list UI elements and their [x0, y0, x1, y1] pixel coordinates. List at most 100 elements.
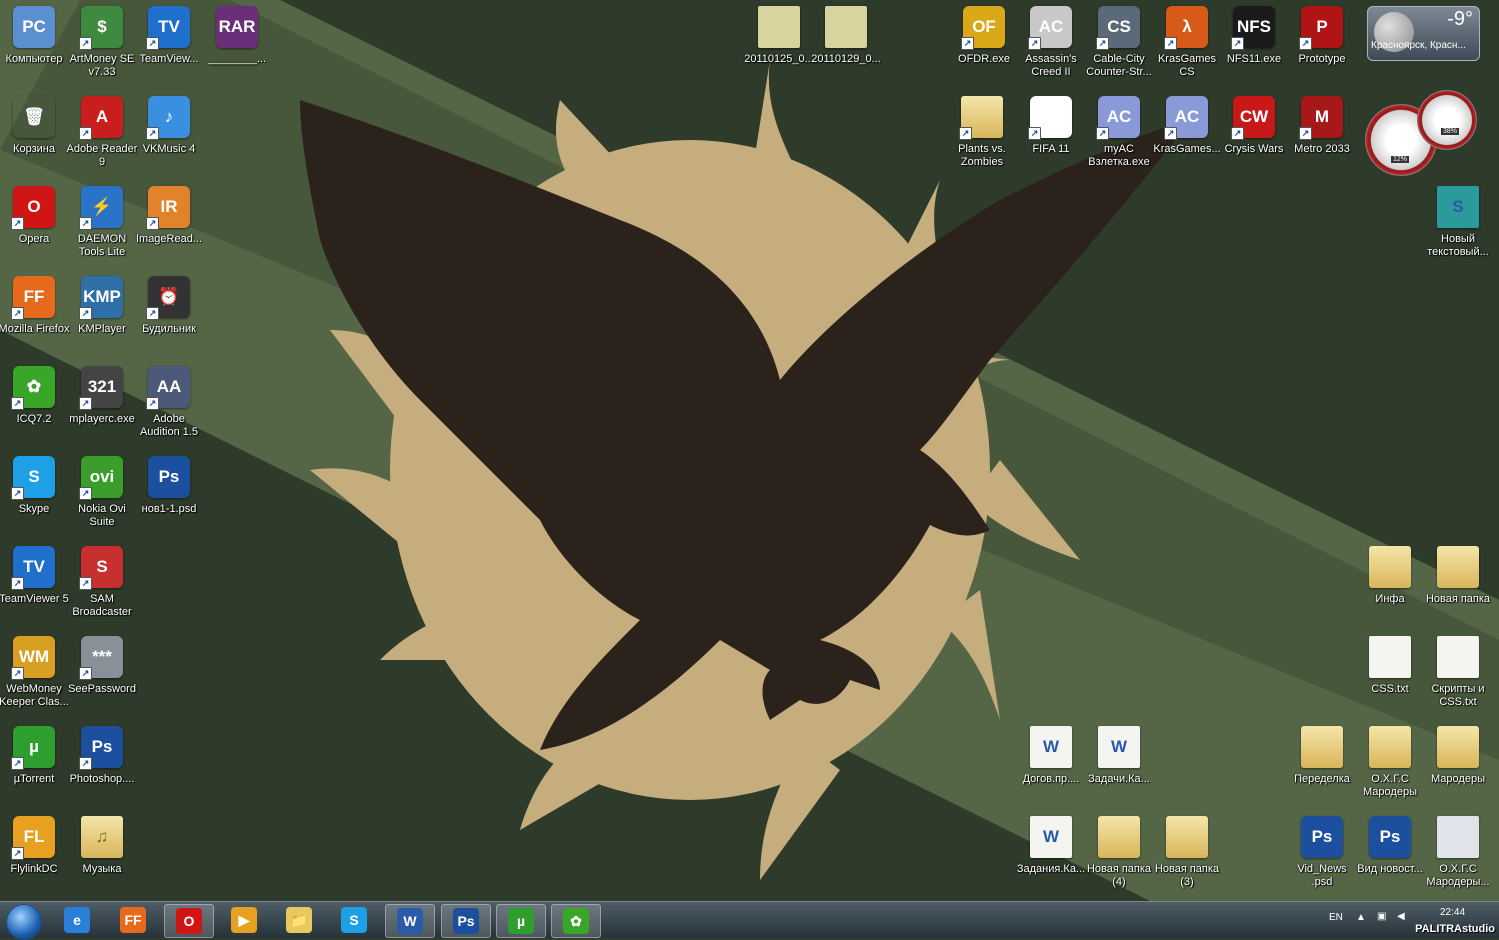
taskbar-firefox[interactable]: FF [109, 904, 157, 936]
desktop-icon-корзина[interactable]: 🗑 Корзина [0, 92, 68, 156]
taskbar-icq[interactable]: ✿ [551, 904, 601, 938]
desktop-icon-vkmusic-4[interactable]: ♪ ↗ VKMusic 4 [135, 92, 203, 156]
weather-gadget[interactable]: -9° Красноярск, Красн... [1367, 6, 1480, 61]
firefox-icon: FF [120, 907, 146, 933]
desktop-icon-label: Mozilla Firefox [0, 323, 70, 335]
desktop-icon-krasgames[interactable]: AC ↗ KrasGames... [1153, 92, 1221, 156]
taskbar-opera[interactable]: O [164, 904, 214, 938]
desktop-icon-догов-пр[interactable]: W Догов.пр.... [1017, 722, 1085, 786]
desktop-icon-label: О.Х.Г.С Мародеры... [1426, 863, 1490, 888]
desktop-icon-adobe-reader-9[interactable]: A ↗ Adobe Reader 9 [67, 92, 137, 169]
desktop-icon-музыка[interactable]: ♫ Музыка [68, 812, 136, 876]
taskbar-explorer[interactable]: 📁 [275, 904, 323, 936]
desktop-icon-мародеры[interactable]: Мародеры [1424, 722, 1492, 786]
desktop-icon-скрипты-и-css-txt[interactable]: Скрипты и CSS.txt [1424, 632, 1492, 709]
clock[interactable]: 22:44 [1440, 907, 1465, 918]
desktop-icon-label: µTorrent [13, 773, 55, 785]
adobe-reader-9-icon: A ↗ [79, 96, 123, 140]
webmoney-keeper-clas-icon: WM ↗ [11, 636, 55, 680]
desktop-icon-sam-broadcaster[interactable]: S ↗ SAM Broadcaster [68, 542, 136, 619]
desktop-icon-imageread[interactable]: IR ↗ ImageRead... [135, 182, 203, 246]
shortcut-arrow-icon: ↗ [1096, 37, 1109, 50]
utorrent-icon: µ [508, 908, 534, 934]
desktop-icon-label: Assassin's Creed II [1025, 53, 1077, 78]
show-hidden-icons[interactable]: ▲ [1356, 912, 1366, 923]
desktop-icon-adobe-audition-1-5[interactable]: AA ↗ Adobe Audition 1.5 [135, 362, 203, 439]
desktop-icon-label: WebMoney Keeper Clas... [0, 683, 69, 708]
desktop-icon-crysis-wars[interactable]: CW ↗ Crysis Wars [1220, 92, 1288, 156]
desktop-icon-20110125-0[interactable]: 20110125_0... [744, 2, 814, 66]
desktop-icon-задания-ка[interactable]: W Задания.Ка... [1017, 812, 1085, 876]
taskbar-word[interactable]: W [385, 904, 435, 938]
desktop-icon-css-txt[interactable]: CSS.txt [1356, 632, 1424, 696]
desktop-icon-plants-vs-zombies[interactable]: ↗ Plants vs. Zombies [948, 92, 1016, 169]
desktop-icon-daemon-tools-lite[interactable]: ⚡ ↗ DAEMON Tools Lite [68, 182, 136, 259]
desktop-icon-myac-взлетка-exe[interactable]: AC ↗ myAC Взлетка.exe [1085, 92, 1153, 169]
desktop-icon-инфа[interactable]: Инфа [1356, 542, 1424, 606]
desktop-icon-nokia-ovi-suite[interactable]: ovi ↗ Nokia Ovi Suite [68, 452, 136, 529]
volume-icon[interactable]: ◀ [1397, 911, 1405, 922]
desktop-icon-компьютер[interactable]: PC Компьютер [0, 2, 68, 66]
desktop-icon-будильник[interactable]: ⏰ ↗ Будильник [135, 272, 203, 336]
desktop-icon-teamviewer-5[interactable]: TV ↗ TeamViewer 5 [0, 542, 69, 606]
taskbar-media-player[interactable]: ▶ [220, 904, 268, 936]
новая-папка-4-icon [1098, 816, 1140, 858]
teamview-icon: TV ↗ [146, 6, 190, 50]
desktop-icon-flylinkdc[interactable]: FL ↗ FlylinkDC [0, 812, 68, 876]
shortcut-arrow-icon: ↗ [146, 127, 159, 140]
start-button[interactable] [6, 904, 42, 940]
desktop-icon-vid-news-psd[interactable]: Ps Vid_News .psd [1288, 812, 1356, 889]
desktop-icon-teamview[interactable]: TV ↗ TeamView... [135, 2, 203, 66]
shortcut-arrow-icon: ↗ [961, 37, 974, 50]
desktop-icon-задачи-ка[interactable]: W Задачи.Ка... [1085, 722, 1153, 786]
desktop-icon-torrent[interactable]: µ ↗ µTorrent [0, 722, 68, 786]
desktop-icon-20110129-0[interactable]: 20110129_0... [811, 2, 881, 66]
seepassword-icon: *** ↗ [79, 636, 123, 680]
desktop-icon-label: 20110129_0... [811, 53, 881, 65]
desktop-icon-photoshop[interactable]: Ps ↗ Photoshop.... [68, 722, 136, 786]
desktop-icon-mplayerc-exe[interactable]: 321 ↗ mplayerc.exe [68, 362, 136, 426]
desktop-icon-cable-city-counter-str[interactable]: CS ↗ Cable-City Counter-Str... [1085, 2, 1153, 79]
icq-icon: ✿ [563, 908, 589, 934]
nfs11-exe-icon: NFS ↗ [1231, 6, 1275, 50]
desktop-icon-новая-папка-4[interactable]: Новая папка (4) [1085, 812, 1153, 889]
desktop-icon-metro-2033[interactable]: M ↗ Metro 2033 [1288, 92, 1356, 156]
taskbar-internet-explorer[interactable]: e [53, 904, 101, 936]
taskbar-skype[interactable]: S [330, 904, 378, 936]
desktop-icon-label: OFDR.exe [958, 53, 1010, 65]
taskbar-photoshop[interactable]: Ps [441, 904, 491, 938]
desktop-icon-о-х-г-с-мародеры[interactable]: О.Х.Г.С Мародеры [1356, 722, 1424, 799]
desktop-icon-fifa-11[interactable]: EA ↗ FIFA 11 [1017, 92, 1085, 156]
desktop-icon-mozilla-firefox[interactable]: FF ↗ Mozilla Firefox [0, 272, 70, 336]
cpu-meter-gadget[interactable]: 12% 38% [1365, 90, 1477, 176]
desktop-icon-nfs11-exe[interactable]: NFS ↗ NFS11.exe [1220, 2, 1288, 66]
desktop-icon-новая-папка-3[interactable]: Новая папка (3) [1153, 812, 1221, 889]
taskbar-utorrent[interactable]: µ [496, 904, 546, 938]
desktop-icon-переделка[interactable]: Переделка [1288, 722, 1356, 786]
desktop-icon-вид-новост[interactable]: Ps Вид новост... [1356, 812, 1424, 876]
desktop-icon-prototype[interactable]: P ↗ Prototype [1288, 2, 1356, 66]
desktop-icon-krasgames-cs[interactable]: λ ↗ KrasGames CS [1153, 2, 1221, 79]
desktop-icon-assassin-s-creed-ii[interactable]: AC ↗ Assassin's Creed II [1017, 2, 1085, 79]
media-player-icon: ▶ [231, 907, 257, 933]
network-icon[interactable]: ▣ [1377, 911, 1386, 922]
desktop-icon-icq7-2[interactable]: ✿ ↗ ICQ7.2 [0, 362, 68, 426]
desktop-icon-kmplayer[interactable]: KMP ↗ KMPlayer [68, 272, 136, 336]
desktop-icon-label: Новый текстовый... [1427, 233, 1489, 258]
desktop-icon-ofdr-exe[interactable]: OF ↗ OFDR.exe [950, 2, 1018, 66]
sam-broadcaster-icon: S ↗ [79, 546, 123, 590]
desktop-icon-seepassword[interactable]: *** ↗ SeePassword [68, 632, 136, 696]
desktop-icon-о-х-г-с-мародеры[interactable]: О.Х.Г.С Мародеры... [1424, 812, 1492, 889]
desktop-icon-artmoney-se-v7-33[interactable]: $ ↗ ArtMoney SE v7.33 [68, 2, 136, 79]
desktop-icon-item[interactable]: RAR ________... [203, 2, 271, 66]
desktop-icon-webmoney-keeper-clas[interactable]: WM ↗ WebMoney Keeper Clas... [0, 632, 69, 709]
desktop-icon-opera[interactable]: O ↗ Opera [0, 182, 68, 246]
language-indicator[interactable]: EN [1329, 912, 1343, 923]
vid-news-psd-icon: Ps [1301, 816, 1343, 858]
desktop-icon-нов1-1-psd[interactable]: Ps нов1-1.psd [135, 452, 203, 516]
shortcut-arrow-icon: ↗ [11, 487, 24, 500]
desktop-icon-skype[interactable]: S ↗ Skype [0, 452, 68, 516]
desktop-icon-новая-папка[interactable]: Новая папка [1424, 542, 1492, 606]
desktop-icon-новый-текстовый[interactable]: S Новый текстовый... [1424, 182, 1492, 259]
desktop-icon-label: Музыка [82, 863, 122, 875]
